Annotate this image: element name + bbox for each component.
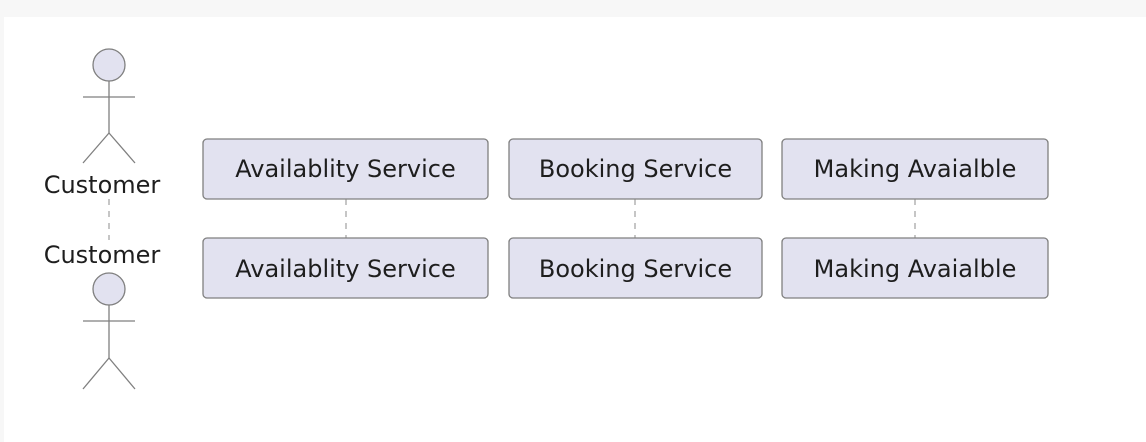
participant-label: Making Avaialble [814,255,1017,283]
participant-availability-top: Availablity Service [202,138,489,200]
participant-booking-bottom: Booking Service [508,237,763,299]
participant-booking-top: Booking Service [508,138,763,200]
sequence-diagram: Customer Customer Availablity Service Av… [44,48,1049,390]
participant-label: Booking Service [539,255,732,283]
actor-left-leg [82,132,110,164]
participant-label: Making Avaialble [814,155,1017,183]
participant-making-bottom: Making Avaialble [781,237,1049,299]
participant-label: Booking Service [539,155,732,183]
actor-label-top: Customer [44,171,161,199]
actor-customer-top: Customer [44,48,161,199]
participant-making-top: Making Avaialble [781,138,1049,200]
actor-label-bottom: Customer [44,241,161,269]
participant-label: Availablity Service [235,255,455,283]
participant-label: Availablity Service [235,155,455,183]
actor-left-leg [82,357,110,390]
actor-head-icon [92,48,126,82]
actor-customer-bottom: Customer [44,241,161,390]
actor-right-leg [108,132,136,164]
actor-head-icon [92,272,126,306]
actor-right-leg [108,357,136,390]
participant-availability-bottom: Availablity Service [202,237,489,299]
page: Customer Customer Availablity Service Av… [0,0,1146,442]
